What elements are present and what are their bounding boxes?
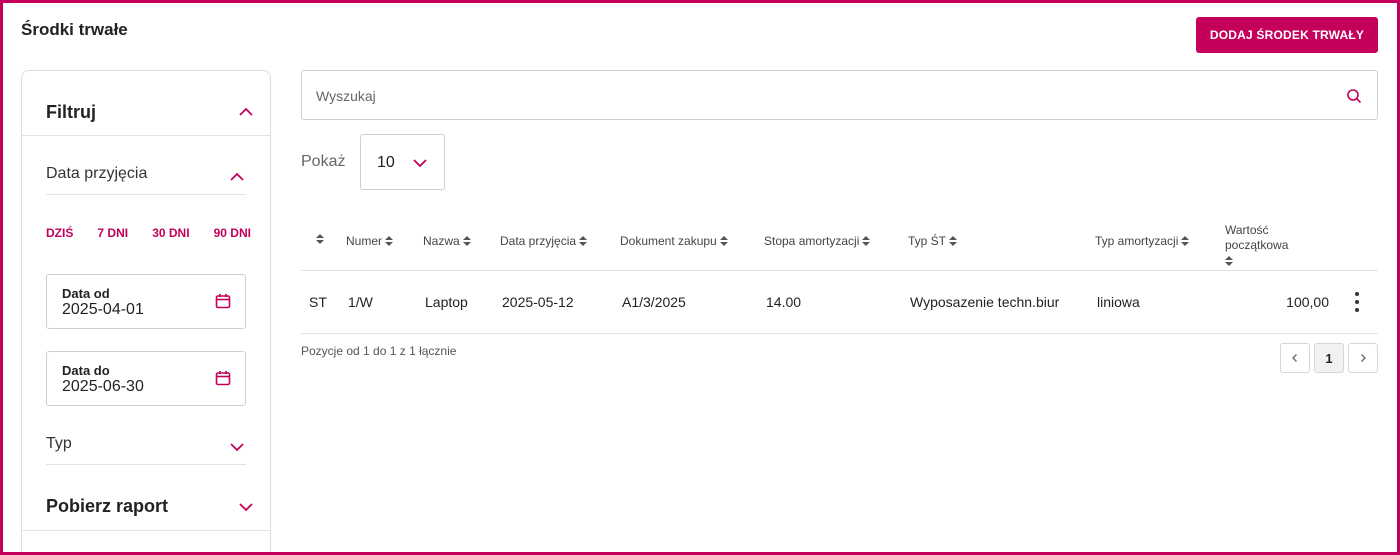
pagination: 1 [1280, 343, 1378, 373]
column-header-number[interactable]: Numer [346, 234, 394, 248]
filter-title: Filtruj [46, 102, 96, 122]
date-to-label: Data do [62, 363, 110, 378]
chevron-right-icon [1358, 351, 1368, 366]
sort-icon [1225, 256, 1233, 266]
column-header-document[interactable]: Dokument zakupu [620, 234, 728, 248]
date-to-value: 2025-06-30 [62, 378, 144, 395]
cell-rate: 14.00 [766, 294, 802, 310]
add-fixed-asset-button[interactable]: DODAJ ŚRODEK TRWAŁY [1196, 17, 1378, 53]
sort-icon [949, 236, 958, 246]
chevron-up-icon[interactable] [228, 168, 246, 186]
table-header: Numer Nazwa Data przyjęcia Dokument zaku… [301, 213, 1378, 271]
date-to-field[interactable]: Data do 2025-06-30 [46, 351, 246, 406]
date-from-field[interactable]: Data od 2025-04-01 [46, 274, 246, 329]
date-from-label: Data od [62, 286, 110, 301]
quick-range-today[interactable]: DZIŚ [46, 226, 73, 242]
search-icon[interactable] [1346, 88, 1362, 104]
sort-icon [579, 236, 588, 246]
chevron-down-icon [411, 154, 429, 172]
next-page-button[interactable] [1348, 343, 1378, 373]
page-size-select[interactable]: 10 [360, 134, 445, 190]
filter-sidebar: Filtruj Data przyjęcia DZIŚ 7 DNI 30 DNI… [21, 70, 271, 552]
assets-table: Numer Nazwa Data przyjęcia Dokument zaku… [301, 213, 1378, 334]
app-frame: Środki trwałe DODAJ ŚRODEK TRWAŁY Filtru… [0, 0, 1400, 555]
quick-range-30-days[interactable]: 30 DNI [152, 226, 189, 242]
date-section-header[interactable]: Data przyjęcia [46, 159, 246, 195]
column-header-asset-type[interactable]: Typ ŚT [908, 234, 958, 248]
page-button-current[interactable]: 1 [1314, 343, 1344, 373]
date-from-value: 2025-04-01 [62, 301, 144, 318]
cell-amortization-type: liniowa [1097, 294, 1140, 310]
calendar-icon[interactable] [215, 370, 231, 386]
cell-document: A1/3/2025 [622, 294, 686, 310]
type-section-label: Typ [46, 435, 72, 452]
cell-name: Laptop [425, 294, 468, 310]
cell-initial-value: 100,00 [1286, 294, 1329, 310]
page-size-label: Pokaż [301, 153, 346, 170]
column-header-type[interactable] [313, 234, 324, 244]
report-title: Pobierz raport [46, 496, 169, 516]
quick-range-group: DZIŚ 7 DNI 30 DNI 90 DNI [46, 226, 251, 242]
column-header-initial-value[interactable]: Wartość początkowa [1225, 223, 1305, 266]
date-section-label: Data przyjęcia [46, 165, 148, 182]
sort-icon [719, 236, 728, 246]
chevron-up-icon[interactable] [237, 103, 255, 121]
type-section-header[interactable]: Typ [46, 429, 246, 465]
filter-header[interactable]: Filtruj [22, 71, 270, 136]
column-header-name[interactable]: Nazwa [423, 234, 471, 248]
column-header-date[interactable]: Data przyjęcia [500, 234, 588, 248]
search-box [301, 70, 1378, 120]
cell-type: ST [309, 294, 327, 310]
cell-asset-type: Wyposazenie techn.biur [910, 294, 1060, 310]
search-input[interactable] [316, 85, 1316, 107]
table-row[interactable]: ST 1/W Laptop 2025-05-12 A1/3/2025 14.00… [301, 271, 1378, 334]
page-title: Środki trwałe [21, 20, 128, 39]
sort-icon [385, 236, 394, 246]
quick-range-90-days[interactable]: 90 DNI [214, 226, 251, 242]
kebab-menu-icon[interactable] [1351, 290, 1363, 314]
sort-icon [462, 236, 471, 246]
chevron-down-icon[interactable] [228, 438, 246, 456]
pagination-summary: Pozycje od 1 do 1 z 1 łącznie [301, 344, 457, 358]
cell-number: 1/W [348, 294, 373, 310]
cell-date: 2025-05-12 [502, 294, 574, 310]
prev-page-button[interactable] [1280, 343, 1310, 373]
quick-range-7-days[interactable]: 7 DNI [97, 226, 128, 242]
chevron-down-icon[interactable] [237, 498, 255, 516]
column-header-rate[interactable]: Stopa amortyzacji [764, 234, 871, 248]
sort-icon [316, 234, 324, 244]
sort-icon [1181, 236, 1190, 246]
column-header-amortization-type[interactable]: Typ amortyzacji [1095, 234, 1190, 248]
sort-icon [862, 236, 871, 246]
page-size-value: 10 [377, 154, 395, 171]
calendar-icon[interactable] [215, 293, 231, 309]
report-section-header[interactable]: Pobierz raport [22, 481, 270, 531]
chevron-left-icon [1290, 351, 1300, 366]
